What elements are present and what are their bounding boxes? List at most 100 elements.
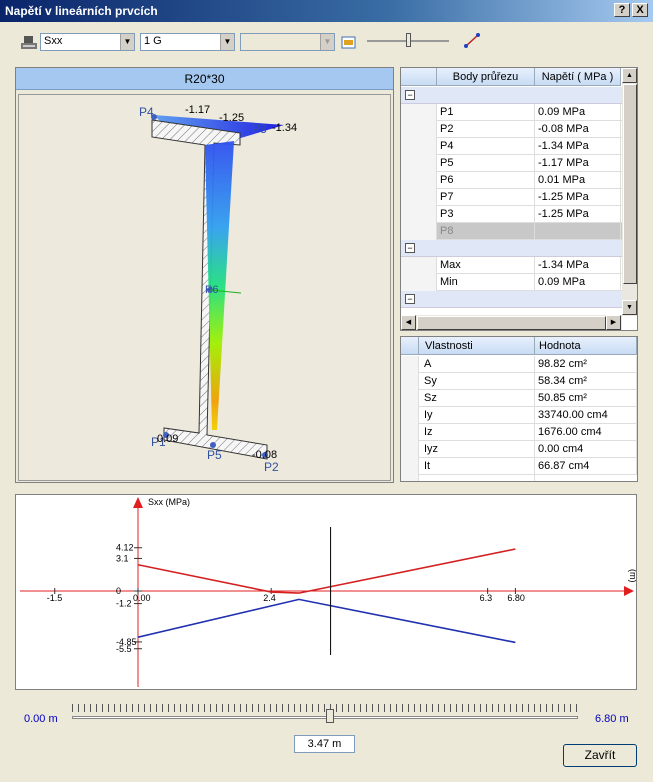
horizontal-scrollbar[interactable]: ◀ ▶ — [401, 315, 622, 330]
property-name: Iyz — [419, 441, 535, 458]
point-name: P2 — [437, 121, 535, 138]
table-row[interactable]: Min 0.09 MPa — [401, 274, 637, 291]
table-row[interactable]: Max -1.34 MPa — [401, 257, 637, 274]
x-tick-label: 6.3 — [480, 593, 493, 603]
quantity-value: Sxx — [44, 35, 63, 47]
property-name: Iz — [419, 424, 535, 441]
position-value-field[interactable]: 3.47 m — [294, 735, 355, 753]
table-row[interactable]: P5 -1.17 MPa — [401, 155, 637, 172]
property-value: 66.87 cm4 — [535, 458, 637, 475]
section-view[interactable]: P4 -1.17 -1.25 P3 -1.34 P6 P1 0.09 P5 P2… — [18, 94, 391, 481]
table-row[interactable]: Iy 33740.00 cm4 — [401, 407, 637, 424]
point-stress: -1.25 MPa — [535, 189, 621, 206]
value-label: -1.34 — [272, 122, 298, 134]
property-value: 1676.00 cm4 — [535, 424, 637, 441]
extreme-name: Max — [437, 257, 535, 274]
table-row[interactable]: Iz 1676.00 cm4 — [401, 424, 637, 441]
scroll-up-icon[interactable]: ▲ — [622, 68, 637, 83]
x-axis-label: (m) — [628, 569, 636, 583]
chevron-down-icon: ▼ — [320, 34, 334, 50]
value-label: 0.09 — [157, 433, 179, 445]
close-button[interactable]: Zavřít — [563, 744, 637, 767]
table-row[interactable]: P6 0.01 MPa — [401, 172, 637, 189]
x-tick-label: 6.80 — [507, 593, 525, 603]
collapse-icon[interactable]: − — [405, 294, 415, 304]
table-row[interactable]: Iyz 0.00 cm4 — [401, 441, 637, 458]
table-row[interactable]: P1 0.09 MPa — [401, 104, 637, 121]
print-preview-icon[interactable] — [341, 34, 357, 50]
property-value: 58.34 cm² — [535, 373, 637, 390]
group-row[interactable]: − — [401, 291, 637, 308]
extreme-value: 0.09 MPa — [535, 274, 621, 291]
point-name: P4 — [437, 138, 535, 155]
close-window-button[interactable]: X — [632, 3, 648, 17]
property-name: A — [419, 356, 535, 373]
property-value: 0.00 cm4 — [535, 441, 637, 458]
table-row[interactable]: It 66.87 cm4 — [401, 458, 637, 475]
point-name: P3 — [437, 206, 535, 223]
table-row[interactable]: P3 -1.25 MPa — [401, 206, 637, 223]
points-table: Body průřezu Napětí ( MPa ) − P1 0.09 MP… — [400, 67, 638, 331]
vertical-scrollbar[interactable]: ▲ ▼ — [622, 68, 637, 316]
point-stress: 0.01 MPa — [535, 172, 621, 189]
table-row[interactable]: P4 -1.34 MPa — [401, 138, 637, 155]
y-tick-label: 0 — [116, 586, 121, 596]
property-value: 33740.00 cm4 — [535, 407, 637, 424]
loadcase-select[interactable]: 1 G ▼ — [140, 33, 235, 51]
row-header-spacer — [401, 337, 419, 355]
value-label: -1.25 — [219, 112, 245, 124]
column-header-properties[interactable]: Vlastnosti — [419, 337, 535, 355]
x-tick-label: 0.00 — [133, 593, 151, 603]
point-name: P8 — [437, 223, 535, 240]
y-tick-label: -5.5 — [116, 644, 132, 654]
table-row[interactable]: P2 -0.08 MPa — [401, 121, 637, 138]
x-axis-arrow-icon — [624, 586, 634, 596]
point-stress: -1.17 MPa — [535, 155, 621, 172]
column-header-value[interactable]: Hodnota — [535, 337, 637, 355]
table-row[interactable]: Sz 50.85 cm² — [401, 390, 637, 407]
column-header-stress[interactable]: Napětí ( MPa ) — [535, 68, 621, 86]
section-panel: R20*30 P4 -1.17 -1.25 P3 -1.34 P6 P1 0.0… — [15, 67, 394, 483]
scroll-down-icon[interactable]: ▼ — [622, 300, 637, 315]
table-row[interactable] — [401, 475, 637, 481]
position-slider-thumb[interactable] — [326, 709, 335, 723]
zoom-slider-thumb[interactable] — [406, 33, 411, 47]
point-label-p2: P2 — [264, 460, 279, 474]
table-row[interactable]: Sy 58.34 cm² — [401, 373, 637, 390]
point-label-p6: P6 — [205, 284, 219, 296]
point-stress: -0.08 MPa — [535, 121, 621, 138]
collapse-icon[interactable]: − — [405, 90, 415, 100]
scroll-left-icon[interactable]: ◀ — [401, 315, 416, 330]
value-label: -0.08 — [252, 449, 278, 461]
table-row[interactable]: A 98.82 cm² — [401, 356, 637, 373]
group-row[interactable]: − — [401, 87, 637, 104]
scroll-thumb[interactable] — [623, 84, 637, 284]
position-slider-track[interactable] — [72, 716, 578, 719]
y-tick-label: 3.1 — [116, 553, 129, 563]
slider-ticks — [72, 704, 578, 712]
dialog-body: Sxx ▼ 1 G ▼ ▼ R20*30 P4 -1.17 -1.25 P3 -… — [0, 22, 653, 782]
loadcase-value: 1 G — [144, 35, 162, 47]
column-header-points[interactable]: Body průřezu — [437, 68, 535, 86]
scroll-right-icon[interactable]: ▶ — [606, 315, 621, 330]
point-label-p4: P4 — [139, 105, 154, 119]
point-label-p3: P3 — [252, 122, 267, 136]
stress-diagram[interactable]: -1.5 0.00 2.4 6.3 6.80 4.12 3.1 0 -1.2 -4.85 -5.5 S… — [15, 494, 638, 690]
table-row[interactable]: P7 -1.25 MPa — [401, 189, 637, 206]
table-row[interactable]: P8 — [401, 223, 637, 240]
help-button[interactable]: ? — [614, 3, 630, 17]
y-axis-arrow-icon — [133, 497, 143, 508]
quantity-select[interactable]: Sxx ▼ — [40, 33, 135, 51]
third-select[interactable]: ▼ — [240, 33, 335, 51]
collapse-icon[interactable]: − — [405, 243, 415, 253]
x-tick-label: 2.4 — [263, 593, 276, 603]
axes-icon[interactable] — [462, 32, 482, 50]
section-title: R20*30 — [16, 68, 393, 90]
scroll-thumb[interactable] — [417, 316, 606, 330]
property-name: It — [419, 458, 535, 475]
property-value: 50.85 cm² — [535, 390, 637, 407]
window-titlebar: Napětí v lineárních prvcích ? X — [0, 0, 653, 22]
chevron-down-icon: ▼ — [220, 34, 234, 50]
group-row[interactable]: − — [401, 240, 637, 257]
y-tick-label: -1.2 — [116, 599, 132, 609]
